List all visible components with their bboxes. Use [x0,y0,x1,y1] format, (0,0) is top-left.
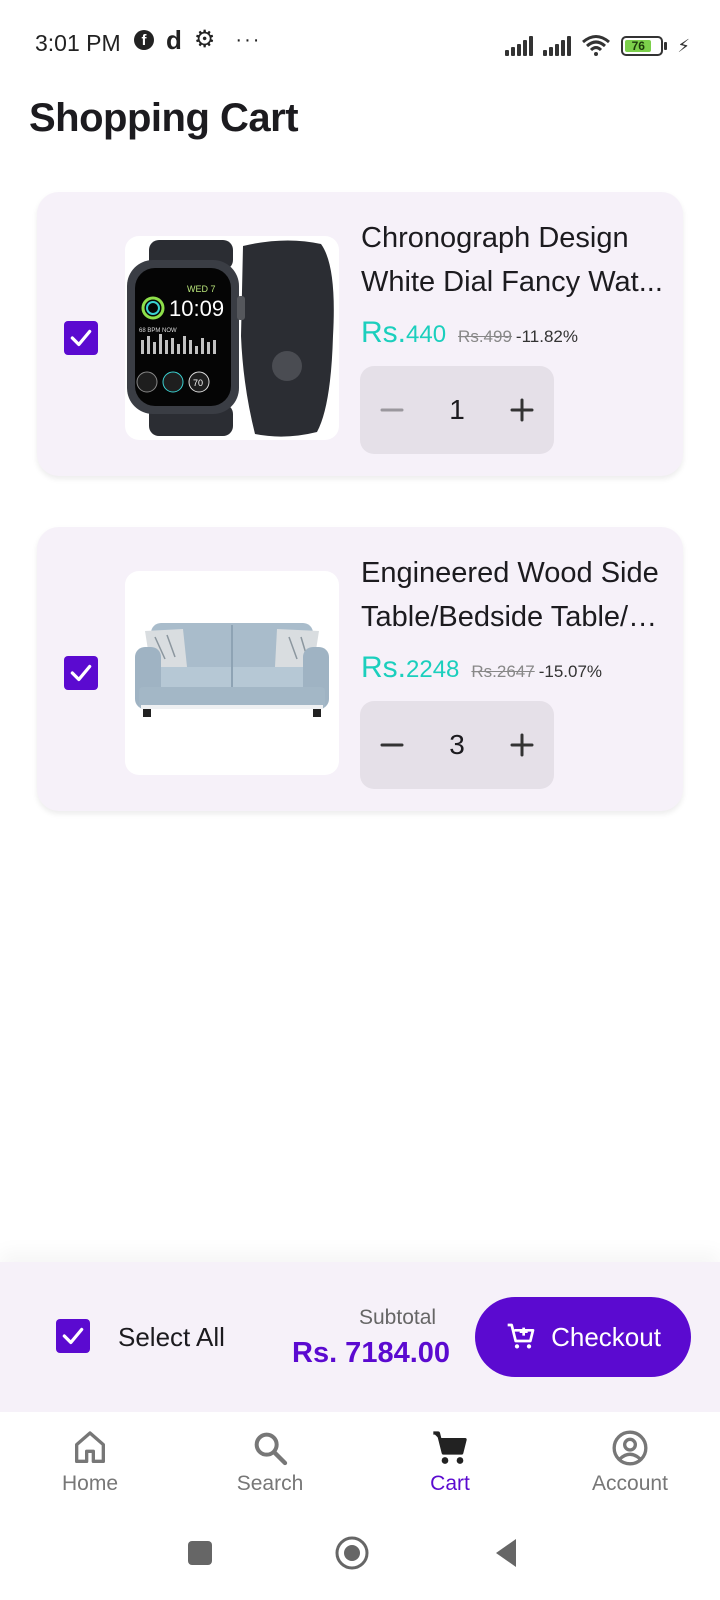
nav-item-home[interactable]: Home [0,1412,180,1527]
status-system-icons: 76 ⚡ [505,34,690,56]
add-to-cart-icon [507,1323,535,1349]
item-checkbox[interactable] [64,321,98,355]
quantity-value: 3 [449,729,465,760]
select-all-label[interactable]: Select All [118,1322,225,1353]
svg-text:70: 70 [193,378,203,388]
check-icon [70,329,92,347]
quantity-value: 1 [449,394,465,425]
cart-item[interactable]: Engineered Wood Side Table/Bedside Table… [37,527,683,811]
plus-icon [510,733,534,757]
signal-2-icon [543,36,572,56]
nav-item-account[interactable]: Account [540,1412,720,1527]
cart-item[interactable]: WED 7 10:09 68 BPM NOW 70 Chronograph De… [37,192,683,476]
decrease-quantity-button[interactable] [360,366,424,454]
nav-item-cart[interactable]: Cart [360,1412,540,1527]
subtotal-value: Rs. 7184.00 [292,1337,451,1369]
home-icon [75,1431,106,1463]
wifi-icon [582,35,611,56]
search-icon [254,1432,288,1466]
system-nav-bar [0,1527,720,1600]
checkout-bar: Select All Subtotal Rs. 7184.00 Checkout [0,1262,720,1412]
price-original: Rs.499 [458,327,512,346]
smartwatch-image[interactable]: WED 7 10:09 68 BPM NOW 70 [125,236,339,440]
battery-level: 76 [625,40,652,52]
svg-text:WED 7: WED 7 [187,284,216,294]
more-notifications-icon: ··· [235,29,262,51]
cart-icon [433,1431,467,1464]
page-title: Shopping Cart [29,96,299,140]
decrease-quantity-button[interactable] [360,701,424,789]
item-title[interactable]: Chronograph Design White Dial Fancy Wat.… [361,216,671,304]
bottom-nav: Home Search Cart Account [0,1412,720,1527]
checkout-button[interactable]: Checkout [475,1297,691,1377]
select-all-checkbox[interactable] [56,1319,90,1353]
signal-1-icon [505,36,534,56]
account-icon [612,1430,648,1466]
back-button[interactable] [492,1537,520,1569]
minus-icon [380,743,404,747]
price-currency: Rs. [361,651,406,684]
svg-text:10:09: 10:09 [169,296,224,321]
status-time: 3:01 PM [35,30,121,56]
status-notification-icons: f d ⚙ ··· [134,25,262,55]
svg-text:68 BPM NOW: 68 BPM NOW [139,328,177,334]
item-title-line1: Engineered Wood Side [361,557,659,589]
home-system-button[interactable] [334,1535,370,1571]
discount-percent: -15.07% [538,662,603,681]
minus-icon [380,408,404,412]
settings-gear-icon: ⚙ [193,26,216,53]
item-title-line2: White Dial Fancy Wat... [361,266,663,298]
recent-apps-button[interactable] [186,1539,214,1567]
facebook-icon: f [134,30,154,50]
check-icon [62,1327,84,1345]
price-current: 440 [406,321,447,348]
plus-icon [510,398,534,422]
quantity-stepper: 3 [360,701,554,789]
charging-icon: ⚡ [677,36,690,56]
increase-quantity-button[interactable] [490,366,554,454]
price-currency: Rs. [361,316,406,349]
nav-item-search[interactable]: Search [180,1412,360,1527]
quantity-stepper: 1 [360,366,554,454]
price-row: Rs. 440 Rs.499 -11.82% [361,316,578,350]
sofa-image[interactable] [125,571,339,775]
item-title-line2: Table/Bedside Table/S... [361,601,671,633]
nav-label-search: Search [236,1472,304,1495]
price-original: Rs.2647 [471,662,535,681]
subtotal-label: Subtotal [359,1306,437,1329]
nav-label-home: Home [61,1472,119,1495]
battery-icon: 76 [621,36,668,56]
item-title[interactable]: Engineered Wood Side Table/Bedside Table… [361,551,671,639]
price-current: 2248 [406,656,460,683]
checkout-label: Checkout [551,1321,661,1352]
app-d-icon: d [166,25,182,55]
price-row: Rs. 2248 Rs.2647 -15.07% [361,651,602,685]
nav-label-cart: Cart [430,1472,470,1495]
item-title-line1: Chronograph Design [361,222,629,254]
increase-quantity-button[interactable] [490,701,554,789]
discount-percent: -11.82% [515,327,578,346]
status-bar: 3:01 PM f d ⚙ ··· 76 ⚡ [0,0,720,90]
item-checkbox[interactable] [64,656,98,690]
nav-label-account: Account [592,1472,668,1495]
check-icon [70,664,92,682]
